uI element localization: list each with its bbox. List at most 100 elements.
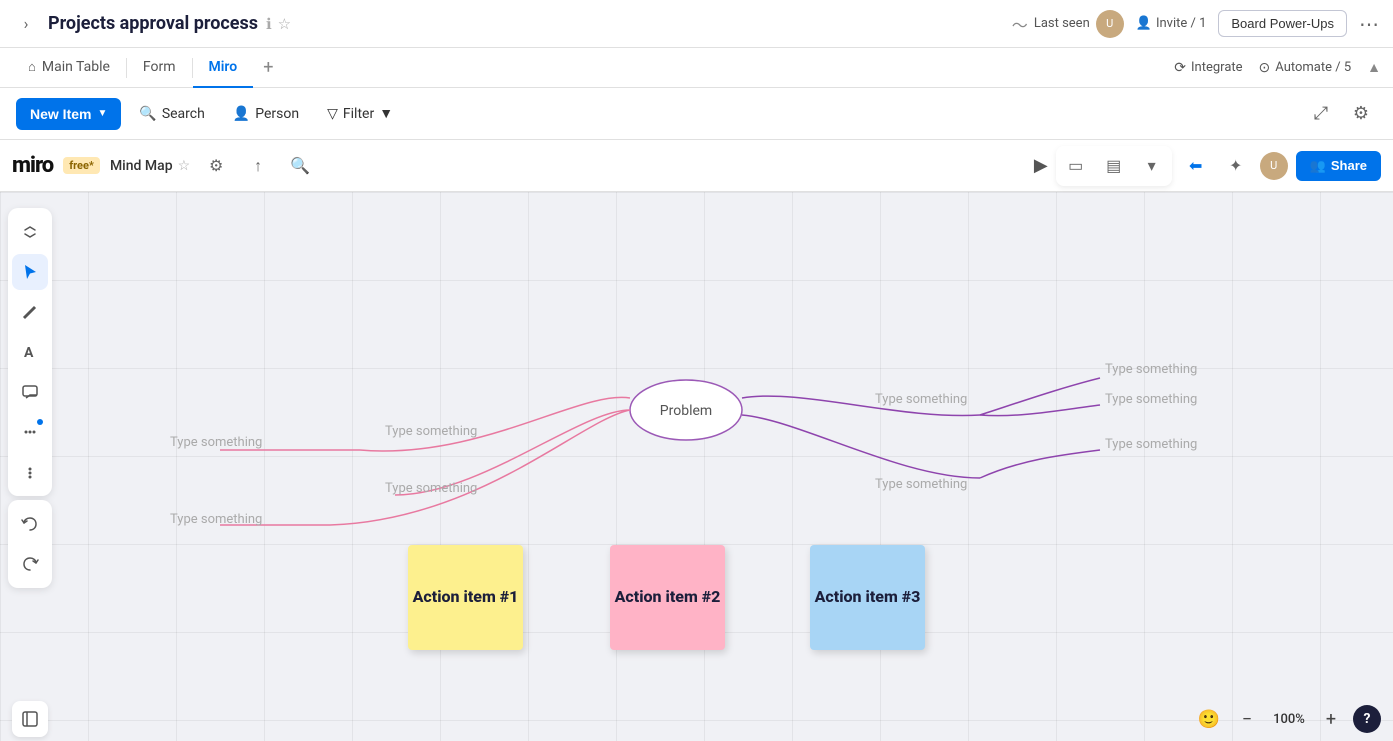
tab-main-table[interactable]: ⌂ Main Table [12, 48, 126, 88]
search-button[interactable]: 🔍 Search [129, 100, 214, 128]
share-people-icon: 👥 [1310, 158, 1326, 174]
tabs: ⌂ Main Table Form Miro + [12, 48, 283, 88]
home-icon: ⌂ [28, 59, 36, 75]
page-title: Projects approval process [48, 13, 258, 34]
top-bar: › Projects approval process ℹ ☆ 〜 Last s… [0, 0, 1393, 48]
bottom-right: 🙂 − 100% + ? [1193, 703, 1381, 735]
miro-present-icon[interactable]: ▭ [1060, 150, 1092, 182]
svg-text:Type something: Type something [875, 477, 967, 492]
tab-form[interactable]: Form [127, 48, 192, 88]
user-avatar: U [1096, 10, 1124, 38]
person-filter-icon: 👤 [233, 106, 250, 122]
sticky-note-2[interactable]: Action item #2 [610, 545, 725, 650]
svg-text:Type something: Type something [170, 512, 262, 527]
apps-notification-dot [37, 419, 43, 425]
new-item-button[interactable]: New Item ▼ [16, 98, 121, 130]
miro-search-icon[interactable]: 🔍 [284, 150, 316, 182]
miro-header-right: ▶ ▭ ▤ ▾ ⬅ ✦ U 👥 Share [1034, 146, 1381, 186]
miro-bottom-bar: 🙂 − 100% + ? [0, 697, 1393, 741]
miro-user-avatar: U [1260, 152, 1288, 180]
activity-icon: 〜 [1012, 12, 1028, 36]
back-button[interactable]: › [12, 10, 40, 38]
sticky-note-1[interactable]: Action item #1 [408, 545, 523, 650]
automate-icon: ⊙ [1259, 60, 1271, 76]
filter-dropdown-icon: ▼ [379, 105, 393, 122]
info-icon[interactable]: ℹ [266, 15, 272, 33]
pen-tool[interactable] [12, 294, 48, 330]
zoom-in-button[interactable]: + [1317, 705, 1345, 733]
star-icon[interactable]: ☆ [278, 15, 291, 33]
miro-cursor-icon[interactable]: ⬅ [1180, 150, 1212, 182]
select-tool[interactable] [12, 254, 48, 290]
expand-button[interactable]: ⤢ [1305, 98, 1337, 130]
miro-tools-bottom [8, 500, 52, 588]
zoom-out-button[interactable]: − [1233, 705, 1261, 733]
apps-tool[interactable] [12, 414, 48, 450]
last-seen: 〜 Last seen U [1012, 10, 1124, 38]
more-options-button[interactable]: ⋯ [1359, 12, 1381, 36]
integrate-button[interactable]: ⟳ Integrate [1174, 60, 1242, 76]
integrate-icon: ⟳ [1174, 60, 1186, 76]
add-tab-button[interactable]: + [253, 48, 283, 88]
automate-button[interactable]: ⊙ Automate / 5 [1259, 60, 1352, 76]
filter-button[interactable]: ▽ Filter ▼ [317, 99, 403, 128]
miro-share-button[interactable]: 👥 Share [1296, 151, 1381, 181]
expand-tool[interactable] [12, 214, 48, 250]
tab-bar-right: ⟳ Integrate ⊙ Automate / 5 ▲ [1174, 59, 1381, 76]
svg-text:Type something: Type something [1105, 392, 1197, 407]
svg-text:A: A [24, 345, 34, 361]
miro-pointer-icon[interactable]: ✦ [1220, 150, 1252, 182]
miro-header: miro free* Mind Map ☆ ⚙ ↑ 🔍 ▶ ▭ ▤ ▾ ⬅ ✦ … [0, 140, 1393, 192]
redo-tool[interactable] [12, 546, 48, 582]
svg-text:Type something: Type something [1105, 437, 1197, 452]
board-powerups-button[interactable]: Board Power-Ups [1218, 10, 1347, 37]
svg-text:Type something: Type something [875, 392, 967, 407]
miro-notes-icon[interactable]: ▤ [1098, 150, 1130, 182]
toolbar: New Item ▼ 🔍 Search 👤 Person ▽ Filter ▼ … [0, 88, 1393, 140]
svg-text:Type something: Type something [170, 435, 262, 450]
svg-text:Type something: Type something [385, 424, 477, 439]
miro-free-badge: free* [63, 157, 100, 174]
miro-logo: miro [12, 153, 53, 178]
tab-bar: ⌂ Main Table Form Miro + ⟳ Integrate ⊙ A… [0, 48, 1393, 88]
miro-tools-top: A [8, 208, 52, 496]
top-bar-right: 〜 Last seen U 👤 Invite / 1 Board Power-U… [1012, 10, 1381, 38]
person-icon: 👤 [1136, 16, 1152, 31]
emoji-button[interactable]: 🙂 [1193, 703, 1225, 735]
settings-button[interactable]: ⚙ [1345, 98, 1377, 130]
toolbar-right: ⤢ ⚙ [1305, 98, 1377, 130]
miro-panel-expand-icon[interactable]: ▶ [1034, 155, 1048, 176]
help-button[interactable]: ? [1353, 705, 1381, 733]
miro-canvas-area: miro free* Mind Map ☆ ⚙ ↑ 🔍 ▶ ▭ ▤ ▾ ⬅ ✦ … [0, 140, 1393, 741]
collapse-button[interactable]: ▲ [1367, 59, 1381, 76]
filter-icon: ▽ [327, 106, 338, 122]
miro-more-icon[interactable]: ▾ [1136, 150, 1168, 182]
miro-export-icon[interactable]: ↑ [242, 150, 274, 182]
miro-right-tools: ▭ ▤ ▾ [1056, 146, 1172, 186]
top-bar-left: › Projects approval process ℹ ☆ [12, 10, 291, 38]
mind-map: Problem Type something Type something Ty… [0, 140, 1393, 741]
svg-text:Type something: Type something [1105, 362, 1197, 377]
miro-left-toolbar: A [8, 208, 52, 681]
more-tools[interactable] [12, 454, 48, 490]
miro-header-left: miro free* Mind Map ☆ ⚙ ↑ 🔍 [12, 150, 316, 182]
zoom-level[interactable]: 100% [1269, 712, 1309, 727]
miro-mode-selector[interactable]: Mind Map ☆ [110, 158, 190, 174]
sticky-note-3[interactable]: Action item #3 [810, 545, 925, 650]
tab-miro[interactable]: Miro [193, 48, 254, 88]
miro-settings-icon[interactable]: ⚙ [200, 150, 232, 182]
svg-text:Type something: Type something [385, 481, 477, 496]
invite-button[interactable]: 👤 Invite / 1 [1136, 16, 1207, 31]
svg-text:Problem: Problem [660, 403, 712, 419]
search-icon: 🔍 [139, 106, 156, 122]
toolbar-left: New Item ▼ 🔍 Search 👤 Person ▽ Filter ▼ [16, 98, 403, 130]
title-icons: ℹ ☆ [266, 15, 291, 33]
bottom-panel-button[interactable] [12, 701, 48, 737]
text-tool[interactable]: A [12, 334, 48, 370]
star-outline-icon[interactable]: ☆ [178, 158, 191, 174]
person-filter-button[interactable]: 👤 Person [223, 100, 309, 128]
comment-tool[interactable] [12, 374, 48, 410]
dropdown-arrow-icon: ▼ [97, 108, 107, 119]
bottom-left [12, 701, 48, 737]
undo-tool[interactable] [12, 506, 48, 542]
